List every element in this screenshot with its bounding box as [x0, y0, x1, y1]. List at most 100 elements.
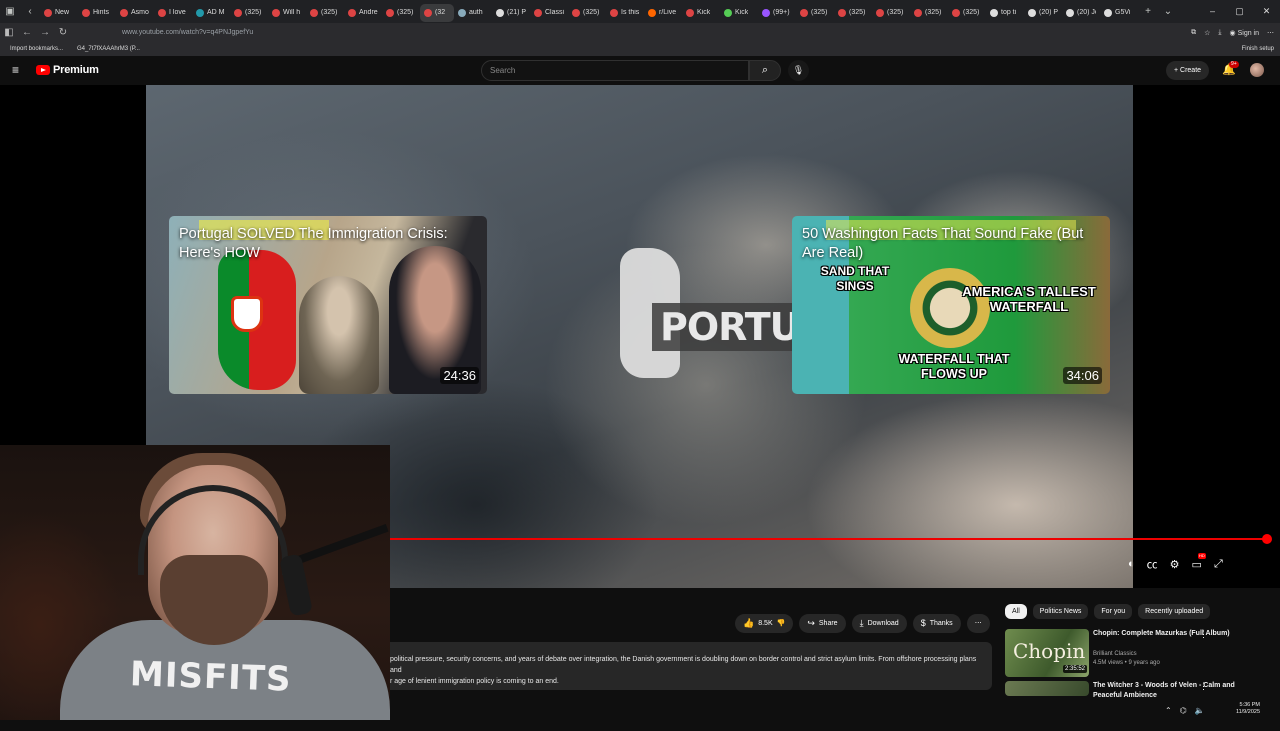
network-icon[interactable]: ⌬: [1180, 706, 1187, 715]
recommendation-thumbnail[interactable]: [1005, 681, 1089, 696]
browser-tab[interactable]: Is this: [606, 4, 644, 22]
reload-icon[interactable]: ↻: [54, 27, 72, 38]
autoplay-toggle-icon[interactable]: ◐: [1128, 558, 1135, 570]
bookmark-item[interactable]: Import bookmarks...: [10, 46, 63, 52]
browser-tab[interactable]: AD M: [192, 4, 230, 22]
chip-all[interactable]: All: [1005, 604, 1027, 619]
browser-tab[interactable]: (325): [834, 4, 872, 22]
thanks-button[interactable]: $ Thanks: [912, 614, 961, 633]
maximize-icon[interactable]: ▢: [1226, 0, 1253, 23]
browser-tab[interactable]: (325): [382, 4, 420, 22]
tab-label: Asmo: [131, 9, 149, 16]
browser-tab[interactable]: (99+): [758, 4, 796, 22]
search-input[interactable]: Search: [481, 60, 749, 81]
browser-tab[interactable]: (20) P: [1024, 4, 1062, 22]
more-vert-icon[interactable]: ⋮: [1199, 629, 1208, 640]
browser-tab[interactable]: Andre: [344, 4, 382, 22]
browser-tab[interactable]: auth: [454, 4, 492, 22]
browser-tab[interactable]: I love: [154, 4, 192, 22]
chip-politics-news[interactable]: Politics News: [1032, 604, 1089, 619]
browser-tab[interactable]: Hints: [78, 4, 116, 22]
browser-tab[interactable]: Kick: [682, 4, 720, 22]
bookmark-item[interactable]: G4_7t7fXAAAhrM3 (P...: [77, 46, 140, 52]
favorite-icon[interactable]: ☆: [1204, 29, 1210, 37]
browser-tab[interactable]: (325): [568, 4, 606, 22]
browser-tab[interactable]: (325): [306, 4, 344, 22]
fullscreen-icon[interactable]: ⤢: [1214, 558, 1223, 571]
more-vert-icon[interactable]: ⋮: [1199, 681, 1208, 692]
tab-actions-icon[interactable]: ▣: [0, 0, 20, 23]
endcard-video-2[interactable]: SAND THAT SINGS AMERICA'S TALLEST WATERF…: [792, 216, 1110, 394]
chip-recently-uploaded[interactable]: Recently uploaded: [1138, 604, 1211, 619]
youtube-header: ≡ Premium Search ⌕ 🎙 + Create 🔔 9+: [0, 56, 1280, 85]
like-button[interactable]: 👍 8.5K 👎: [735, 614, 794, 633]
tab-favicon-icon: [610, 8, 618, 17]
recommendation-item[interactable]: Chopin 2:35:52 Chopin: Complete Mazurkas…: [1005, 629, 1275, 679]
dislike-icon[interactable]: 👎: [777, 614, 786, 633]
url-field[interactable]: www.youtube.com/watch?v=q4PNJgpefYu: [122, 29, 253, 36]
recommendation-channel[interactable]: Brilliant Classics: [1093, 651, 1137, 657]
browser-tab[interactable]: (32: [420, 3, 454, 22]
browser-tab[interactable]: top ti: [986, 4, 1024, 22]
search-icon[interactable]: ⌕: [749, 60, 781, 81]
recommendation-title[interactable]: Chopin: Complete Mazurkas (Full Album): [1093, 629, 1258, 639]
share-button[interactable]: ↪ Share: [799, 614, 846, 633]
tab-label: auth: [469, 9, 483, 16]
tab-back-icon[interactable]: ‹: [20, 0, 40, 23]
sidebar-toggle-icon[interactable]: ◧: [0, 27, 18, 38]
avatar[interactable]: [1250, 63, 1264, 77]
system-clock[interactable]: 5:36 PM 11/9/2025: [1232, 702, 1260, 716]
progress-scrubber[interactable]: [1262, 534, 1272, 544]
microphone-icon[interactable]: 🎙: [788, 60, 809, 81]
tab-label: (32: [435, 9, 446, 16]
tray-chevron-icon[interactable]: ⌃: [1165, 706, 1172, 715]
browser-tab[interactable]: Will h: [268, 4, 306, 22]
thanks-icon: $: [920, 618, 926, 628]
new-tab-icon[interactable]: +: [1138, 0, 1158, 23]
browser-tab[interactable]: (325): [796, 4, 834, 22]
settings-gear-icon[interactable]: ⚙: [1170, 558, 1180, 571]
more-actions-button[interactable]: ⋯: [966, 614, 990, 633]
minimize-icon[interactable]: –: [1199, 0, 1226, 23]
extensions-icon[interactable]: ⋯: [1267, 29, 1274, 37]
video-description[interactable]: political pressure, security concerns, a…: [380, 642, 992, 690]
youtube-logo[interactable]: Premium: [36, 64, 99, 76]
tab-favicon-icon: [572, 8, 580, 17]
recommendation-title[interactable]: The Witcher 3 - Woods of Velen - Calm an…: [1093, 681, 1258, 701]
sign-in-button[interactable]: ◉ Sign in: [1230, 29, 1259, 37]
screenshot-icon[interactable]: ⧉: [1191, 29, 1196, 37]
progress-bar[interactable]: [390, 538, 1267, 540]
browser-tab[interactable]: (325): [230, 4, 268, 22]
tab-label: (325): [397, 9, 414, 16]
finish-setup-button[interactable]: Finish setup: [1242, 42, 1274, 56]
create-button[interactable]: + Create: [1166, 61, 1210, 80]
tab-search-icon[interactable]: ⌄: [1158, 0, 1178, 23]
thumbs-up-icon: 👍: [743, 618, 755, 628]
browser-tab[interactable]: (20) Jo: [1062, 4, 1100, 22]
browser-tab[interactable]: (325): [948, 4, 986, 22]
browser-tab[interactable]: Classi: [530, 4, 568, 22]
video-actions: 👍 8.5K 👎 ↪ Share ⤓ Download $ Thanks ⋯: [735, 614, 990, 633]
hd-badge: HD: [1198, 553, 1206, 559]
browser-tab[interactable]: Asmo: [116, 4, 154, 22]
forward-icon[interactable]: →: [36, 27, 54, 38]
captions-icon[interactable]: ㏄: [1147, 556, 1158, 572]
back-icon[interactable]: ←: [18, 27, 36, 38]
browser-tab[interactable]: G5Vi: [1100, 4, 1138, 22]
tab-label: I love: [169, 9, 186, 16]
browser-tab[interactable]: (325): [872, 4, 910, 22]
endcard-video-1[interactable]: Portugal SOLVED The Immigration Crisis: …: [169, 216, 487, 394]
close-window-icon[interactable]: ✕: [1253, 0, 1280, 23]
hamburger-menu-icon[interactable]: ≡: [12, 64, 19, 76]
download-button[interactable]: ⤓ Download: [851, 614, 907, 633]
browser-tab[interactable]: Kick: [720, 4, 758, 22]
browser-tab[interactable]: (325): [910, 4, 948, 22]
miniplayer-icon[interactable]: ▭: [1192, 558, 1202, 571]
download-icon[interactable]: ⤓: [1218, 29, 1221, 37]
tab-favicon-icon: [310, 8, 318, 17]
browser-tab[interactable]: (21) P: [492, 4, 530, 22]
volume-icon[interactable]: 🔈: [1195, 706, 1205, 715]
chip-for-you[interactable]: For you: [1094, 604, 1133, 619]
browser-tab[interactable]: New: [40, 4, 78, 22]
browser-tab[interactable]: r/Live: [644, 4, 682, 22]
